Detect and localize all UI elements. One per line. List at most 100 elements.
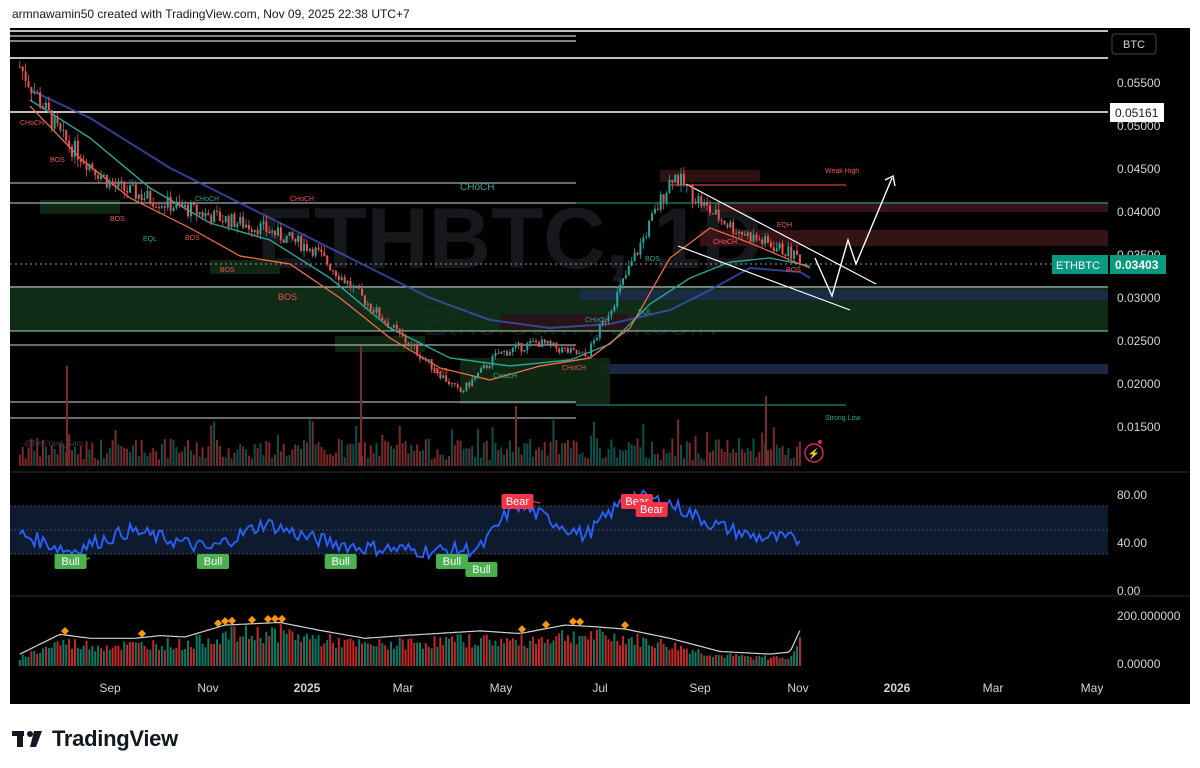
volume-bar xyxy=(33,450,36,466)
volume-bar xyxy=(407,453,410,466)
osc-bar xyxy=(169,647,172,666)
volume-bar xyxy=(323,449,326,466)
candle xyxy=(633,252,636,262)
candle xyxy=(42,106,45,109)
time-axis[interactable]: Sep Nov 2025 Mar May Jul Sep Nov 2026 Ma… xyxy=(99,681,1103,695)
volume-bar xyxy=(471,446,474,466)
osc-bar xyxy=(439,637,442,666)
candle xyxy=(752,234,755,242)
candle xyxy=(346,281,349,284)
osc-bar xyxy=(256,627,259,666)
volume-bar xyxy=(453,445,456,466)
candle xyxy=(291,231,294,239)
osc-bar xyxy=(158,650,161,666)
candle xyxy=(523,350,526,352)
osc-bar xyxy=(62,639,65,666)
candle xyxy=(735,233,738,235)
volume-bar xyxy=(546,455,549,466)
candle xyxy=(213,210,216,223)
osc-bar xyxy=(332,642,335,666)
candle xyxy=(485,365,488,368)
osc-axis[interactable]: 200.000000 0.00000 xyxy=(1117,609,1181,671)
volume-bar xyxy=(535,449,538,466)
osc-bar xyxy=(349,638,352,666)
candle xyxy=(471,379,474,387)
volume-bar xyxy=(73,447,76,466)
candle xyxy=(624,275,627,279)
bos-small-1: BOS xyxy=(50,157,65,164)
osc-bar xyxy=(427,646,430,666)
osc-bar xyxy=(129,641,132,666)
svg-text:Bear: Bear xyxy=(640,504,664,516)
candle xyxy=(517,342,520,345)
volume-bar xyxy=(796,446,799,466)
candle xyxy=(552,342,555,345)
candle xyxy=(242,216,245,228)
candle xyxy=(656,208,659,210)
osc-bar xyxy=(227,639,230,666)
osc-bar xyxy=(207,638,210,666)
price-tick-4: 0.04000 xyxy=(1117,205,1161,219)
osc-bar xyxy=(543,642,546,666)
candle xyxy=(320,249,323,253)
chart-area[interactable]: ETHBTC, 1D Ethereum / Bitcoin xyxy=(10,28,1190,704)
osc-bar xyxy=(18,660,21,666)
volume-bar xyxy=(276,434,279,466)
candle xyxy=(561,347,564,353)
candle xyxy=(711,213,714,215)
osc-bar xyxy=(569,642,572,666)
osc-bar xyxy=(314,638,317,666)
candle xyxy=(581,352,584,354)
tradingview-logo[interactable]: TradingView xyxy=(12,726,178,752)
osc-bar xyxy=(767,659,770,666)
osc-bar xyxy=(784,659,787,666)
candle xyxy=(297,236,300,242)
bull-signal-badge: Bull xyxy=(465,562,498,577)
osc-bar xyxy=(259,637,262,666)
volume-bar xyxy=(131,445,134,466)
osc-bar xyxy=(114,645,117,666)
candle xyxy=(33,92,36,94)
osc-bar xyxy=(56,641,59,666)
candle xyxy=(729,222,732,228)
candle xyxy=(526,343,529,351)
osc-bar xyxy=(131,642,134,666)
osc-bar xyxy=(392,648,395,666)
candle xyxy=(653,208,656,214)
volume-bar xyxy=(152,447,155,466)
volume-bar xyxy=(308,419,311,466)
candle xyxy=(407,342,410,347)
osc-bar xyxy=(50,647,53,666)
osc-bar xyxy=(682,648,685,666)
volume-bar xyxy=(384,440,387,466)
candle xyxy=(224,216,227,222)
chart-canvas[interactable]: ETHBTC, 1D Ethereum / Bitcoin xyxy=(10,28,1190,704)
osc-bar xyxy=(317,635,320,666)
candle xyxy=(79,159,82,162)
time-label-3: 2025 xyxy=(294,681,321,695)
candle xyxy=(543,339,546,344)
volume-bar xyxy=(337,439,340,466)
osc-bar xyxy=(462,642,465,666)
candle xyxy=(259,223,262,235)
candle xyxy=(227,216,230,228)
candle xyxy=(590,343,593,357)
volume-bar xyxy=(326,454,329,466)
time-label-2: Nov xyxy=(197,681,218,695)
osc-bar xyxy=(340,647,343,666)
volume-bar xyxy=(143,452,146,466)
time-label-1: Sep xyxy=(99,681,121,695)
rsi-axis[interactable]: 80.00 40.00 0.00 xyxy=(1117,488,1147,598)
osc-bar xyxy=(242,636,245,666)
volume-bar xyxy=(285,455,288,466)
volume-bar xyxy=(381,434,384,466)
osc-bar xyxy=(793,651,796,666)
osc-bar xyxy=(424,643,427,666)
volume-bar xyxy=(503,454,506,466)
volume-bar xyxy=(160,443,163,466)
osc-bar xyxy=(149,649,152,666)
volume-bar xyxy=(790,459,793,466)
volume-bar xyxy=(584,457,587,466)
volume-bar xyxy=(575,441,578,466)
candle xyxy=(143,198,146,201)
